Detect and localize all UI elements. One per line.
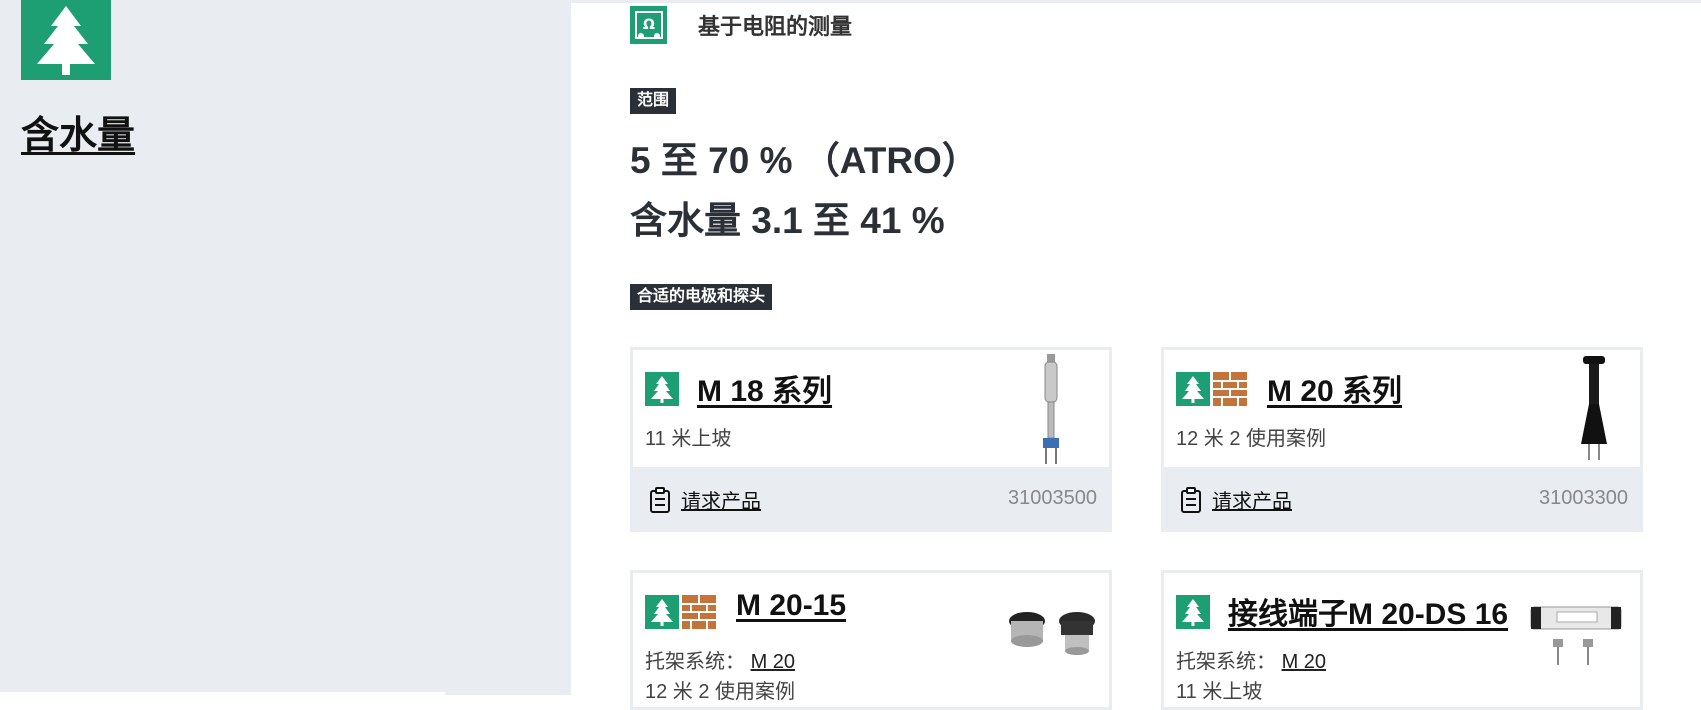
material-icons <box>645 595 716 629</box>
request-product-label: 请求产品 <box>1212 491 1292 513</box>
electrode-image <box>1530 606 1622 665</box>
product-card: 接线端子M 20-DS 16 托架系统： M 20 11 米上坡 <box>1161 570 1643 710</box>
product-subtitle: 11 米上坡 <box>645 428 732 450</box>
product-subtitle: 11 米上坡 <box>1176 681 1263 703</box>
range-moisture: 含水量 3.1 至 41 % <box>630 200 945 241</box>
product-name-link[interactable]: M 18 系列 <box>697 366 832 410</box>
bracket-system-label: 托架系统： <box>1176 651 1276 673</box>
probes-tag: 合适的电极和探头 <box>630 284 773 310</box>
page-title-link[interactable]: 含水量 <box>21 104 135 159</box>
tree-icon <box>645 372 679 406</box>
tree-icon <box>21 0 111 80</box>
electrode-image <box>1581 356 1607 460</box>
ohm-icon: Ω <box>630 6 667 44</box>
product-code: 31003500 <box>1008 487 1097 509</box>
request-product-link[interactable]: 请求产品 <box>649 485 761 514</box>
product-name-link[interactable]: M 20-15 <box>736 589 846 623</box>
electrode-image <box>1043 354 1059 464</box>
brick-icon <box>1213 372 1247 406</box>
tree-icon <box>1176 595 1210 629</box>
clipboard-icon <box>650 486 670 513</box>
product-card: M 18 系列 11 米上坡 请求产品 31003500 <box>630 347 1112 532</box>
product-code: 31003300 <box>1539 487 1628 509</box>
range-tag: 范围 <box>630 88 677 114</box>
request-product-link[interactable]: 请求产品 <box>1180 485 1292 514</box>
bracket-system-link[interactable]: M 20 <box>1282 651 1326 673</box>
clipboard-icon <box>1181 486 1201 513</box>
product-name-link[interactable]: M 20 系列 <box>1267 366 1402 410</box>
svg-text:Ω: Ω <box>643 17 655 33</box>
main-content: Ω 基于电阻的测量 范围 5 至 70 % （ATRO） 含水量 3.1 至 4… <box>571 0 1701 710</box>
request-product-label: 请求产品 <box>681 491 761 513</box>
tree-icon <box>1176 372 1210 406</box>
range-atro: 5 至 70 % （ATRO） <box>630 140 979 181</box>
product-subtitle: 12 米 2 使用案例 <box>645 681 796 703</box>
product-subtitle: 12 米 2 使用案例 <box>1176 428 1327 450</box>
material-icons <box>645 372 679 406</box>
sidebar: 含水量 <box>0 0 571 695</box>
material-icons <box>1176 595 1210 629</box>
electrode-image <box>1009 612 1095 655</box>
bracket-system-label: 托架系统： <box>645 651 745 673</box>
tree-icon <box>645 595 679 629</box>
bracket-system-line: 托架系统： M 20 <box>645 645 795 674</box>
bracket-system-link[interactable]: M 20 <box>751 651 795 673</box>
material-icons <box>1176 372 1247 406</box>
product-name-link[interactable]: 接线端子M 20-DS 16 <box>1228 589 1508 633</box>
product-card: M 20 系列 12 米 2 使用案例 请求产品 31003300 <box>1161 347 1643 532</box>
brick-icon <box>682 595 716 629</box>
method-label: 基于电阻的测量 <box>698 14 853 39</box>
bracket-system-line: 托架系统： M 20 <box>1176 645 1326 674</box>
product-card: M 20-15 托架系统： M 20 12 米 2 使用案例 <box>630 570 1112 710</box>
measurement-method: Ω 基于电阻的测量 <box>630 6 852 44</box>
